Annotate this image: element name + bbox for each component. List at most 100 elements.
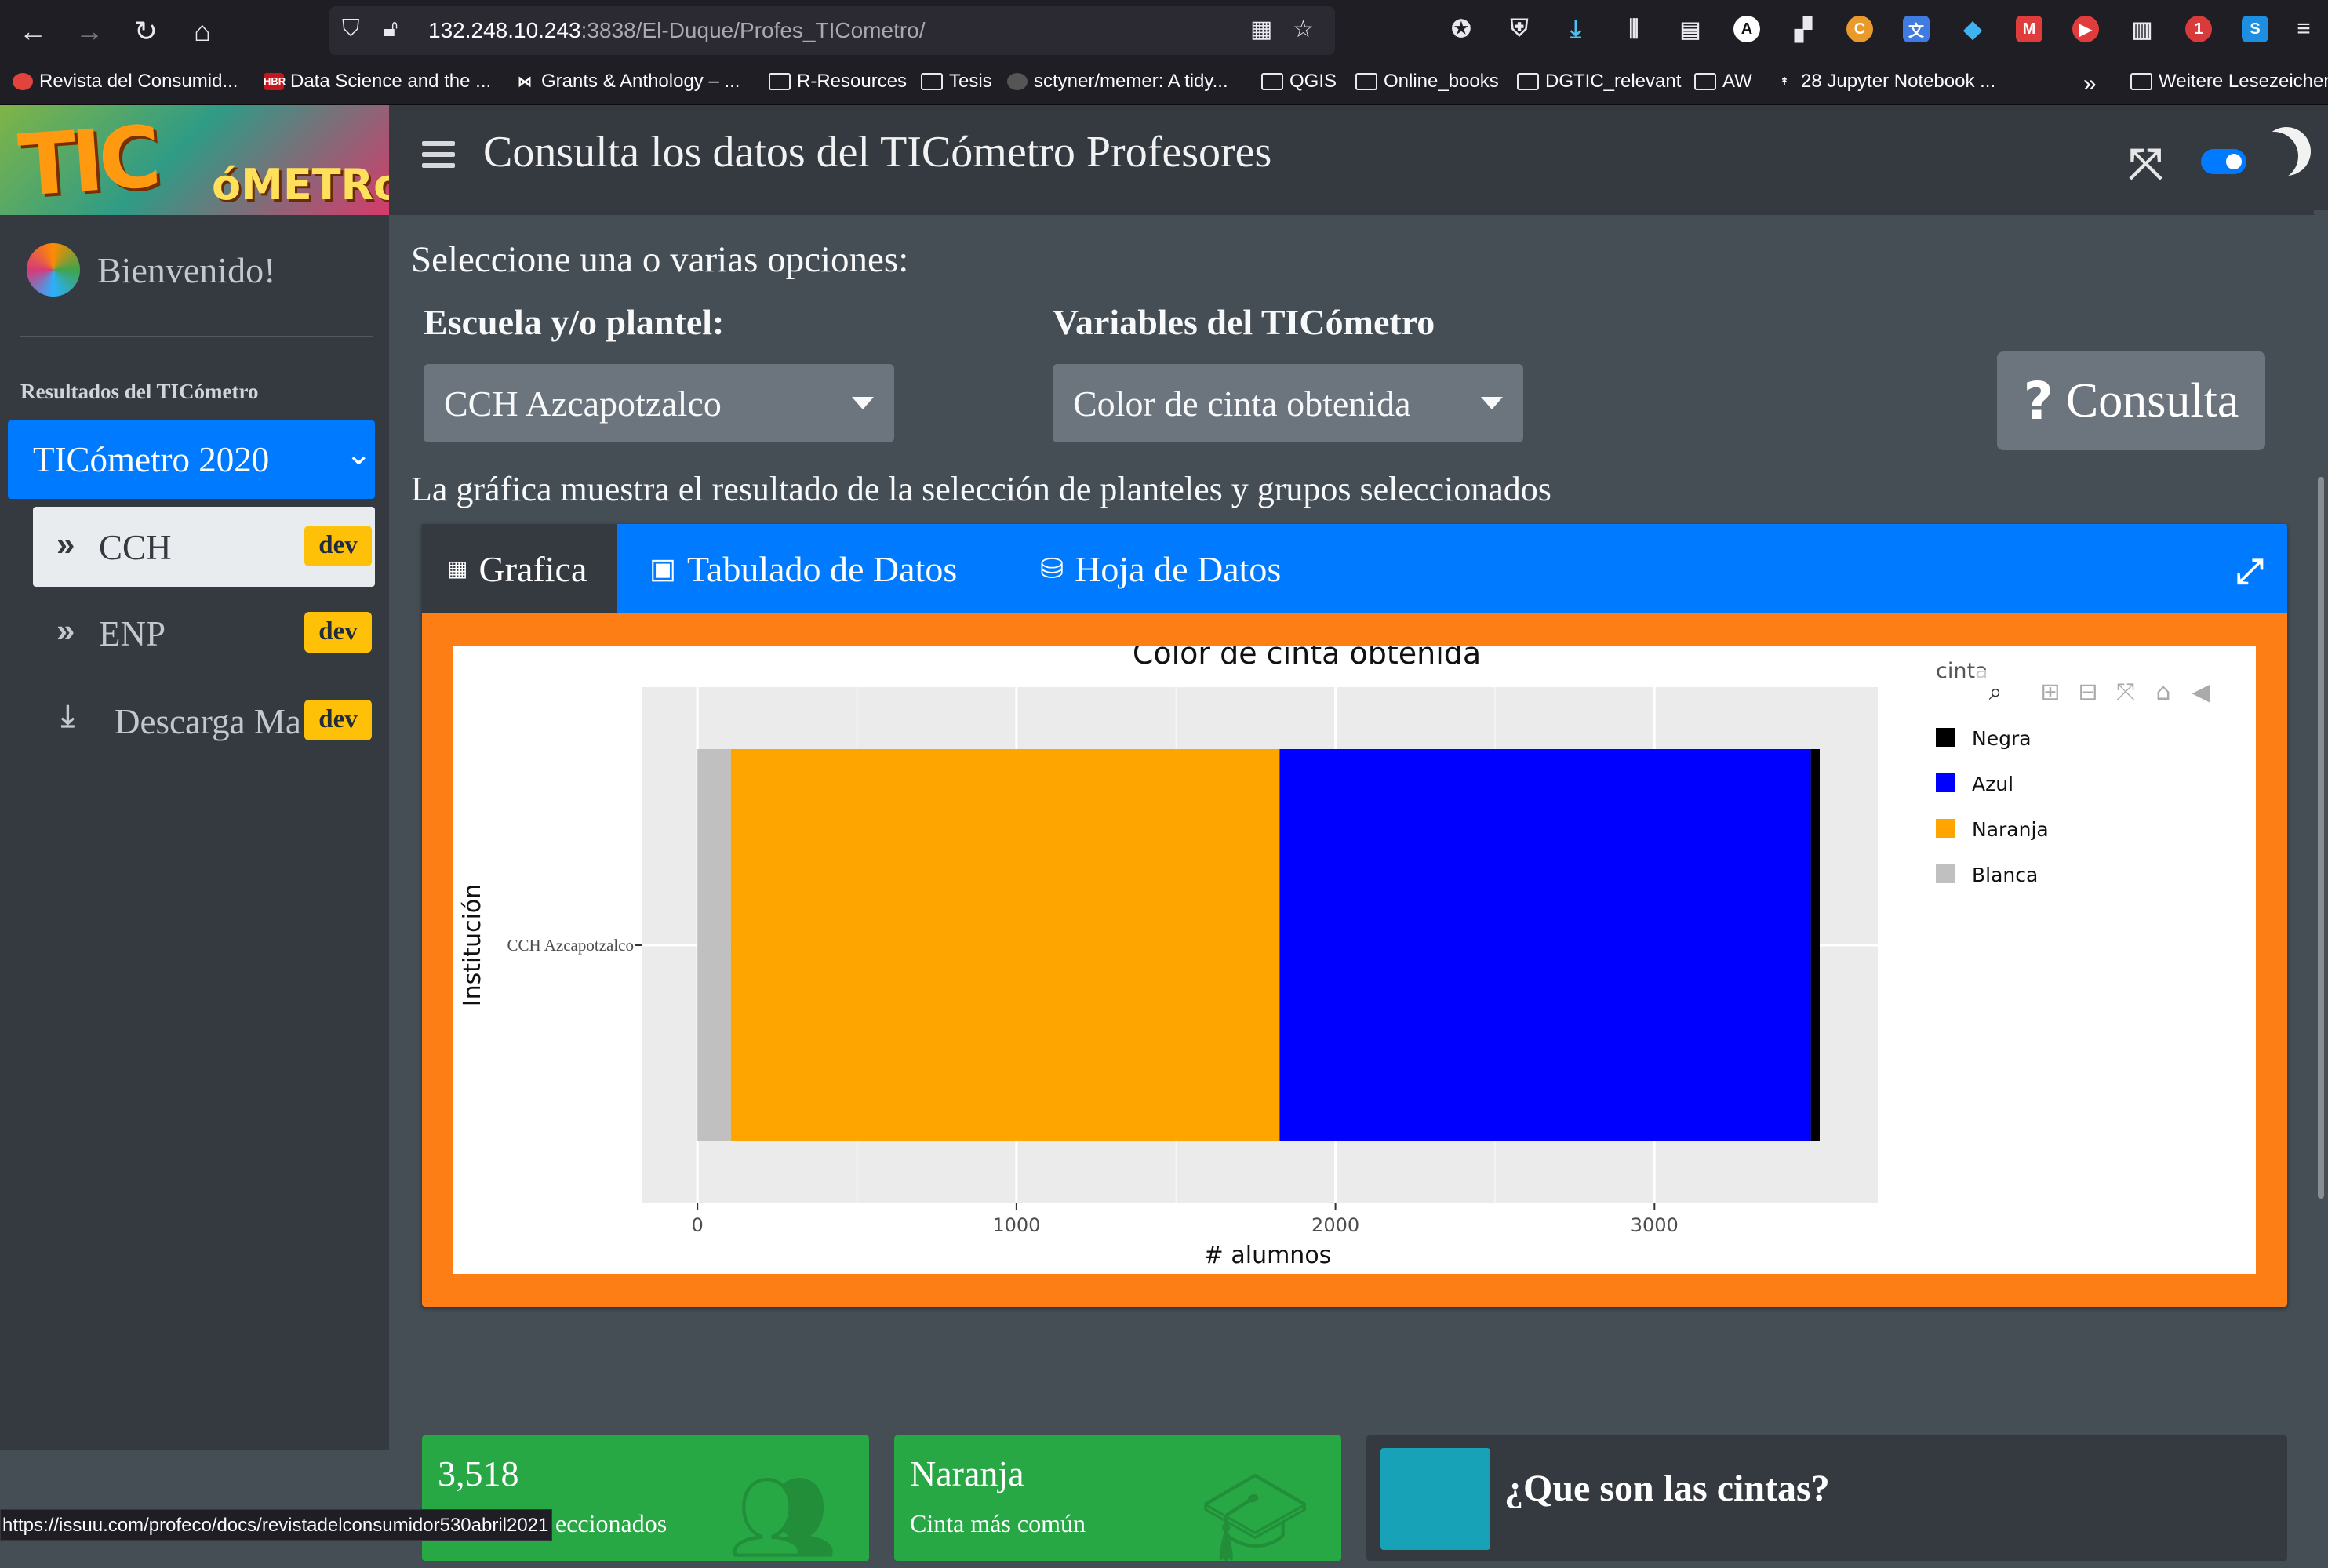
folder-icon xyxy=(1517,73,1539,90)
brand-logo[interactable]: TIC óMETRo xyxy=(0,105,389,215)
status-badge: dev xyxy=(304,612,372,653)
school-label: Escuela y/o plantel: xyxy=(424,302,725,342)
value-box-text: Cinta más común xyxy=(910,1509,1086,1537)
bookmark-star-icon[interactable]: ☆ xyxy=(1293,16,1314,43)
bookmark-item[interactable]: Revista del Consumid... xyxy=(13,71,238,93)
app: TIC óMETRo Bienvenido! Resultados del TI… xyxy=(0,105,2328,1566)
legend-swatch xyxy=(1936,864,1955,883)
info-box-title: ¿Que son las cintas? xyxy=(1504,1468,1830,1509)
bookmark-folder[interactable]: Tesis xyxy=(921,71,992,93)
ext-c-icon[interactable]: C xyxy=(1846,16,1873,42)
x-tick-label: 2000 xyxy=(1311,1214,1359,1236)
status-badge: dev xyxy=(304,526,372,566)
menu-icon[interactable]: ≡ xyxy=(2290,16,2317,42)
ext-s-icon[interactable]: S xyxy=(2242,16,2268,42)
zoom-out-icon[interactable]: ⊟ xyxy=(2078,678,2097,706)
bookmark-item[interactable]: ↟ 28 Jupyter Notebook ... xyxy=(1774,71,1996,93)
zoom-in-icon[interactable]: ⊞ xyxy=(2040,678,2060,706)
value-box-total: 3,518 eccionados 👥︎ xyxy=(422,1435,869,1566)
bookmark-item[interactable]: sctyner/memer: A tidy... xyxy=(1007,71,1228,93)
bookmark-folder[interactable]: QGIS xyxy=(1261,71,1337,93)
avatar xyxy=(27,243,80,297)
scrollbar[interactable] xyxy=(2314,210,2328,1555)
compare-icon[interactable]: ◀ xyxy=(2192,678,2210,706)
url-text[interactable]: 132.248.10.243:3838/El-Duque/Profes_TICo… xyxy=(428,18,926,43)
sidebar-item-label: Descarga Ma xyxy=(115,702,301,741)
tab-tabulado[interactable]: ▣ Tabulado de Datos xyxy=(649,524,957,613)
profeco-icon xyxy=(13,73,33,90)
question-icon: ? xyxy=(2023,370,2053,431)
rocket-icon: ↟ xyxy=(1780,75,1789,87)
reader-icon[interactable]: ▤ xyxy=(1677,16,1704,42)
tab-grafica[interactable]: ▦ Grafica xyxy=(422,524,617,613)
dark-mode-toggle[interactable] xyxy=(2201,149,2246,174)
y-tick-label: CCH Azcapotzalco xyxy=(507,936,634,955)
bookmark-folder[interactable]: AW xyxy=(1694,71,1752,93)
url-bar[interactable]: ⛉ 🔓︎ 132.248.10.243:3838/El-Duque/Profes… xyxy=(329,6,1335,55)
forward-icon[interactable]: → xyxy=(67,9,111,53)
library-icon[interactable]: ⫼ xyxy=(1621,16,1647,42)
tab-hoja-datos[interactable]: ⛁ Hoja de Datos xyxy=(1040,524,1281,613)
sidebar-section-header: Resultados del TICómetro xyxy=(20,380,259,403)
insecure-lock-icon[interactable]: 🔓︎ xyxy=(383,16,398,42)
hamburger-menu-icon[interactable] xyxy=(422,141,455,168)
download-icon[interactable]: ⤓ xyxy=(1562,14,1589,42)
reload-icon[interactable]: ↻ xyxy=(124,9,168,53)
sidebar-item-enp[interactable]: » ENP dev xyxy=(33,593,375,673)
status-url: https://issuu.com/profeco/docs/revistade… xyxy=(0,1509,553,1541)
hbr-icon: HBR xyxy=(264,73,286,90)
consulta-button[interactable]: ? Consulta xyxy=(1997,351,2265,450)
chevron-more-icon[interactable]: » xyxy=(2083,71,2097,97)
extension-icon[interactable]: ✪ xyxy=(1448,16,1475,42)
ext-notify-icon[interactable]: 1 xyxy=(2185,16,2212,42)
bar-naranja xyxy=(730,749,1280,1141)
card-tabs: ▦ Grafica ▣ Tabulado de Datos ⛁ Hoja de Dat… xyxy=(422,524,2287,613)
translate-icon[interactable]: 文 xyxy=(1903,16,1930,42)
shield-icon[interactable]: ⛉ xyxy=(342,16,360,42)
back-icon[interactable]: ← xyxy=(11,9,55,53)
ext-play-icon[interactable]: ▶ xyxy=(2072,16,2099,42)
variables-select[interactable]: Color de cinta obtenida xyxy=(1053,364,1523,442)
user-panel[interactable]: Bienvenido! xyxy=(27,243,275,297)
qr-icon[interactable]: ▦ xyxy=(1250,16,1272,43)
x-tick-label: 3000 xyxy=(1631,1214,1679,1236)
bookmark-item[interactable]: ⋈ Grants & Anthology – ... xyxy=(515,71,740,93)
bookmark-folder[interactable]: R-Resources xyxy=(769,71,907,93)
zoom-icon[interactable]: ⌕ xyxy=(1989,678,2002,706)
sidebar-item-cch[interactable]: » CCH dev xyxy=(33,507,375,587)
caret-down-icon xyxy=(852,397,874,409)
apps-icon[interactable]: ▞ xyxy=(1790,16,1817,42)
maximize-icon[interactable]: ⤢ xyxy=(2236,552,2264,591)
school-select[interactable]: CCH Azcapotzalco xyxy=(424,364,894,442)
account-icon[interactable]: A xyxy=(1733,16,1760,42)
x-tick-label: 0 xyxy=(692,1214,704,1236)
autoscale-icon[interactable]: ⤧ xyxy=(2116,678,2135,706)
value-box-common: Naranja Cinta más común 🎓︎ xyxy=(894,1435,1341,1566)
gem-icon[interactable]: ◆ xyxy=(1959,16,1986,42)
fullscreen-icon[interactable]: ⤧ xyxy=(2129,140,2162,189)
download-icon: ⤓ xyxy=(61,700,75,733)
variables-label: Variables del TICómetro xyxy=(1053,302,1435,342)
bookmark-folder[interactable]: Online_books xyxy=(1355,71,1499,93)
home-icon[interactable]: ⌂ xyxy=(180,9,224,53)
bar-chart[interactable]: 0 1000 2000 3000 CCH Azcapotzalco Color de ci… xyxy=(453,646,2256,1274)
sidebar-item-descarga[interactable]: ⤓ Descarga Ma dev xyxy=(33,681,375,761)
reset-axes-icon[interactable]: ⌂ xyxy=(2155,678,2170,706)
bookmark-item[interactable]: HBR Data Science and the ... xyxy=(264,71,491,93)
moon-icon[interactable] xyxy=(2250,132,2298,180)
pocket-icon[interactable]: ⛨ xyxy=(1506,16,1533,42)
ext-bars-icon[interactable]: ▥ xyxy=(2129,16,2155,42)
info-box-icon-area xyxy=(1380,1448,1490,1550)
legend-swatch xyxy=(1936,728,1955,747)
calculator-icon: ▣ xyxy=(649,553,677,584)
page-title: Consulta los datos del TICómetro Profeso… xyxy=(483,128,1272,176)
bookmark-folder[interactable]: DGTIC_relevant xyxy=(1517,71,1681,93)
sidebar-item-ticometro-2020[interactable]: TICómetro 2020 ⌄ xyxy=(8,420,375,499)
ext-red-icon[interactable]: M xyxy=(2016,16,2042,42)
school-select-value: CCH Azcapotzalco xyxy=(444,384,722,424)
legend-label: Negra xyxy=(1972,727,2032,750)
github-icon xyxy=(1007,73,1028,90)
graduation-cap-icon: 🎓︎ xyxy=(1200,1469,1310,1566)
bookmark-folder[interactable]: Weitere Lesezeichen xyxy=(2130,71,2328,93)
value-box-number: 3,518 xyxy=(438,1453,519,1493)
